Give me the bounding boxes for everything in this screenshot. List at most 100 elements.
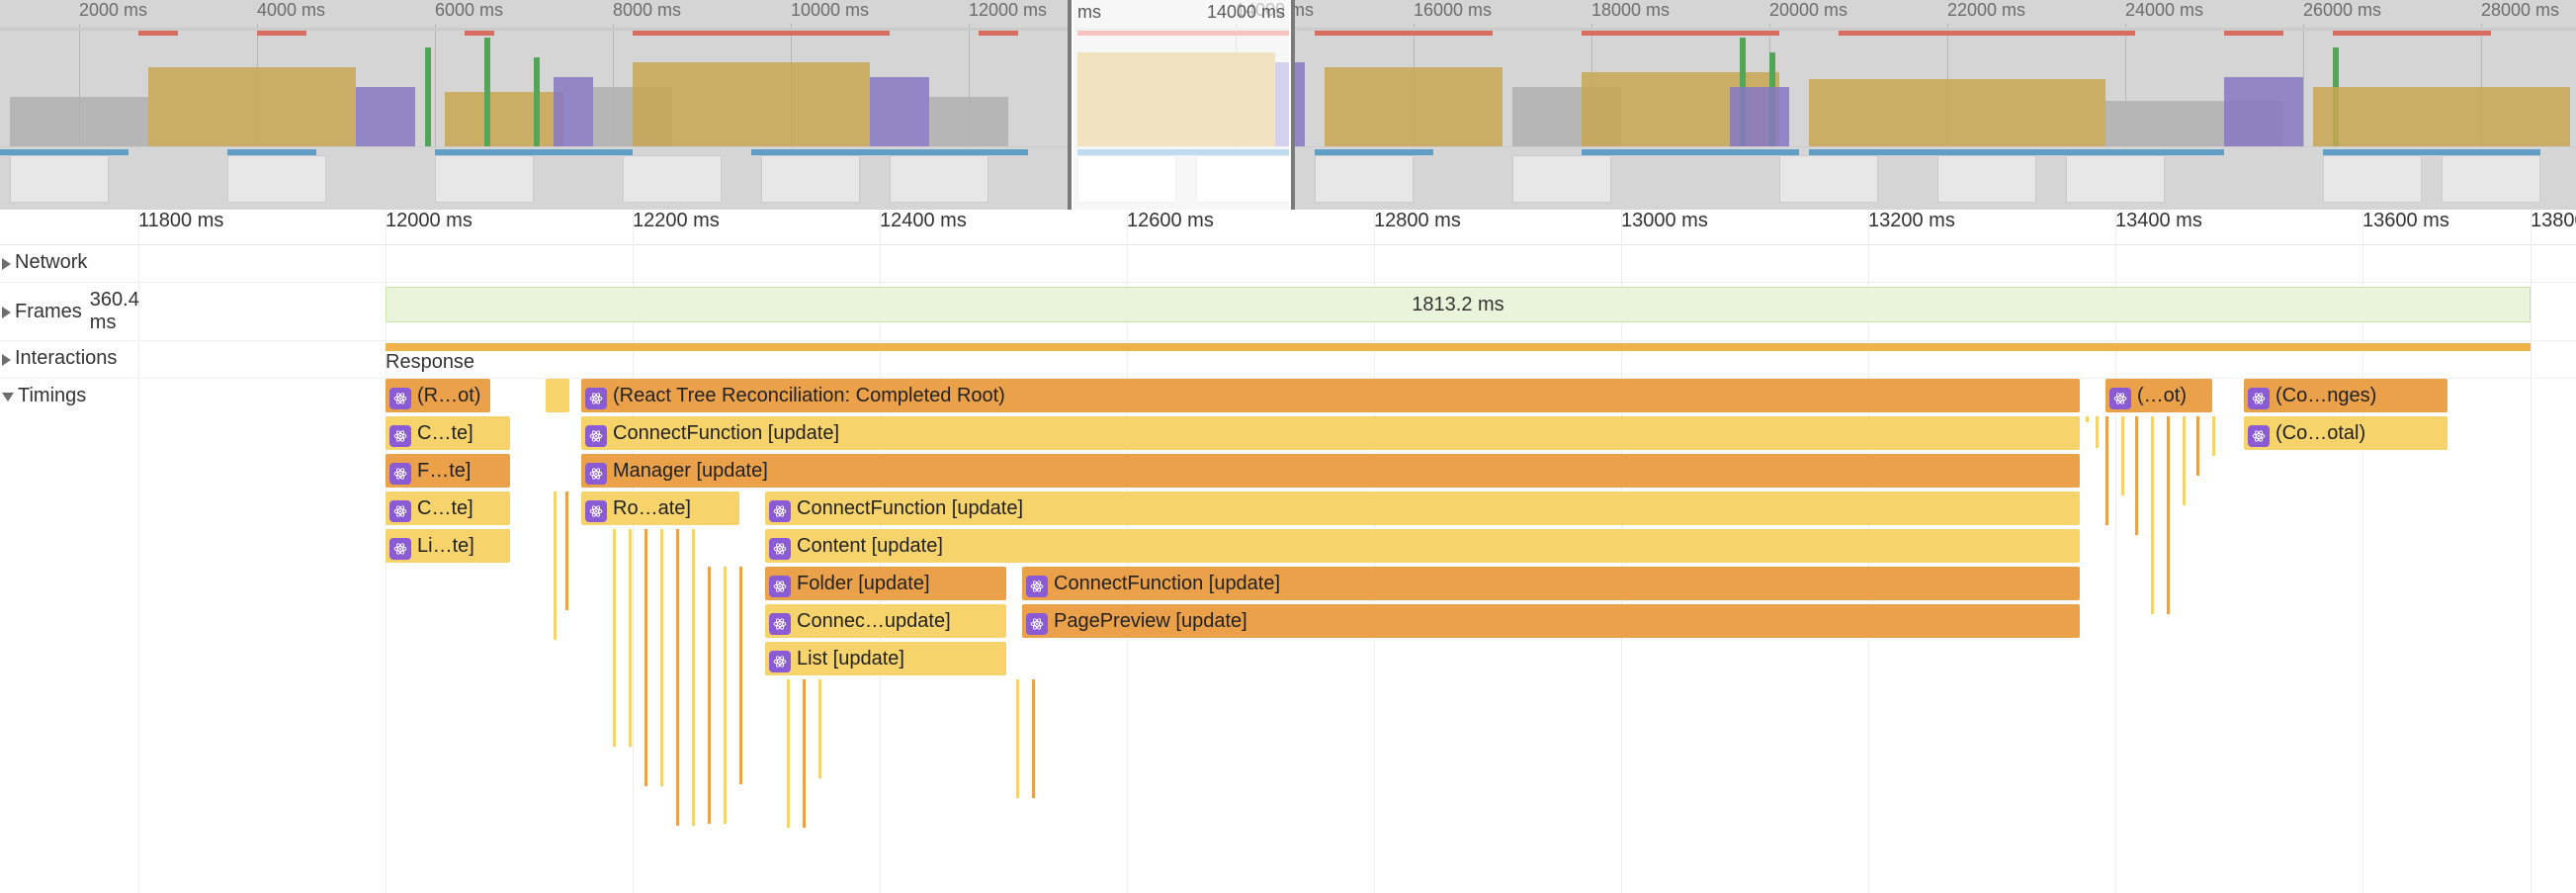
flame-entry[interactable]: ConnectFunction [update] — [765, 491, 2080, 525]
react-icon — [769, 538, 791, 560]
flame-entry[interactable]: PagePreview [update] — [1022, 604, 2080, 638]
flame-entry-label: (…ot) — [2137, 385, 2187, 406]
track-network[interactable]: Network — [0, 245, 2576, 283]
flame-stripe — [644, 529, 647, 786]
overview-tick: 2000 ms — [79, 0, 147, 28]
overview-tick: 26000 ms — [2303, 0, 2381, 28]
track-frames[interactable]: Frames 360.4 ms 1813.2 ms — [0, 283, 2576, 341]
overview-ruler: 2000 ms 4000 ms 6000 ms 8000 ms 10000 ms 1200… — [0, 0, 2576, 28]
ruler-tick: 11800 ms — [138, 210, 223, 232]
react-icon — [389, 500, 411, 522]
flame-entry-label: ConnectFunction [update] — [1054, 573, 1280, 594]
overview-tick: 6000 ms — [435, 0, 503, 28]
disclosure-icon[interactable] — [2, 354, 11, 366]
react-icon — [2248, 425, 2270, 447]
flame-stripe — [1032, 679, 1035, 798]
flame-stripe — [565, 491, 568, 610]
ruler-tick: 13200 ms — [1868, 210, 1955, 232]
overview-tick: 16000 ms — [1414, 0, 1492, 28]
flame-entry[interactable]: Manager [update] — [581, 454, 2080, 488]
react-icon — [585, 500, 607, 522]
react-icon — [2109, 388, 2131, 409]
overview-tick: 10000 ms — [791, 0, 869, 28]
flame-entry[interactable]: (…ot) — [2105, 379, 2212, 412]
flame-entry-label: PagePreview [update] — [1054, 610, 1247, 632]
track-interactions[interactable]: Interactions Response — [0, 341, 2576, 379]
track-label-text: Interactions — [15, 347, 117, 370]
overview-tick: 24000 ms — [2125, 0, 2203, 28]
overview-cpu-area — [0, 28, 2576, 146]
flame-stripe — [2183, 416, 2186, 505]
react-icon — [389, 425, 411, 447]
flame-entry[interactable]: ConnectFunction [update] — [581, 416, 2080, 450]
flame-entry[interactable]: C…te] — [386, 416, 510, 450]
main-ruler[interactable]: 11800 ms12000 ms12200 ms12400 ms12600 ms… — [0, 210, 2576, 245]
overview-tick: 8000 ms — [613, 0, 681, 28]
track-timings[interactable]: Timings (R…ot) (React Tree Reconciliation… — [0, 379, 2576, 893]
overview-tick: 28000 ms — [2481, 0, 2559, 28]
track-label-text: Timings — [18, 385, 86, 407]
flame-entry[interactable]: Li…te] — [386, 529, 510, 563]
flame-entry-label: Folder [update] — [797, 573, 930, 594]
flame-stripe — [554, 491, 557, 640]
flame-entry-label: C…te] — [417, 422, 473, 444]
ruler-tick: 12800 ms — [1374, 210, 1461, 232]
flame-stripe — [692, 529, 695, 826]
flame-entry[interactable]: Connec…update] — [765, 604, 1006, 638]
flame-entry[interactable]: (React Tree Reconciliation: Completed Ro… — [581, 379, 2080, 412]
flame-entry-label: (Co…nges) — [2275, 385, 2376, 406]
flame-stripe — [2096, 416, 2099, 448]
flame-entry-label: Li…te] — [417, 535, 474, 557]
flame-stripe — [2151, 416, 2154, 614]
flame-stripe — [629, 529, 632, 747]
flame-entry[interactable]: (R…ot) — [386, 379, 490, 412]
react-icon — [769, 576, 791, 597]
react-icon — [2248, 388, 2270, 409]
disclosure-icon[interactable] — [2, 258, 11, 270]
disclosure-icon[interactable] — [2, 307, 11, 318]
flame-entry-label: Connec…update] — [797, 610, 951, 632]
frame-bar[interactable]: 1813.2 ms — [386, 287, 2531, 322]
flame-entry-label: ConnectFunction [update] — [613, 422, 839, 444]
overview-tick: 12000 ms — [969, 0, 1047, 28]
flame-entry[interactable]: (Co…otal) — [2244, 416, 2447, 450]
flame-entry[interactable]: Ro…ate] — [581, 491, 739, 525]
flame-entry-label: Content [update] — [797, 535, 943, 557]
flame-chart[interactable]: (R…ot) (React Tree Reconciliation: Comple… — [136, 379, 2576, 893]
react-icon — [389, 463, 411, 485]
flame-entry[interactable]: Content [update] — [765, 529, 2080, 563]
disclosure-icon[interactable] — [2, 393, 14, 402]
react-icon — [585, 425, 607, 447]
interaction-bar[interactable] — [386, 343, 2531, 351]
flame-stripe — [2167, 416, 2170, 614]
overview-tick: 22000 ms — [1947, 0, 2025, 28]
flame-entry[interactable]: C…te] — [386, 491, 510, 525]
overview-tick: 4000 ms — [257, 0, 325, 28]
flame-entry-label: C…te] — [417, 497, 473, 519]
flame-entry[interactable]: ConnectFunction [update] — [1022, 567, 2080, 600]
flame-entry-label: Ro…ate] — [613, 497, 691, 519]
flame-entry[interactable]: (Co…nges) — [2244, 379, 2447, 412]
flame-entry[interactable]: F…te] — [386, 454, 510, 488]
flame-entry-label: F…te] — [417, 460, 471, 482]
flame-stripe — [724, 567, 727, 824]
overview-filmstrip — [0, 146, 2576, 210]
track-label-text: Network — [15, 251, 87, 274]
react-icon — [389, 388, 411, 409]
ruler-tick: 12600 ms — [1127, 210, 1214, 232]
timeline-overview[interactable]: 2000 ms 4000 ms 6000 ms 8000 ms 10000 ms 1200… — [0, 0, 2576, 210]
flame-stripe — [739, 567, 742, 784]
flame-stripe — [818, 679, 821, 778]
flame-entry[interactable] — [546, 379, 569, 412]
react-icon — [585, 388, 607, 409]
interaction-label: Response — [386, 351, 474, 374]
track-label-text: Frames — [15, 301, 82, 323]
flame-stripe — [708, 567, 711, 824]
ruler-tick: 13800 — [2531, 210, 2576, 232]
flame-entry[interactable]: List [update] — [765, 642, 1006, 675]
flame-entry-label: List [update] — [797, 648, 904, 670]
flame-entry[interactable]: Folder [update] — [765, 567, 1006, 600]
flame-stripe — [803, 679, 806, 828]
react-icon — [585, 463, 607, 485]
frame-partial-time: 360.4 ms — [90, 289, 139, 334]
